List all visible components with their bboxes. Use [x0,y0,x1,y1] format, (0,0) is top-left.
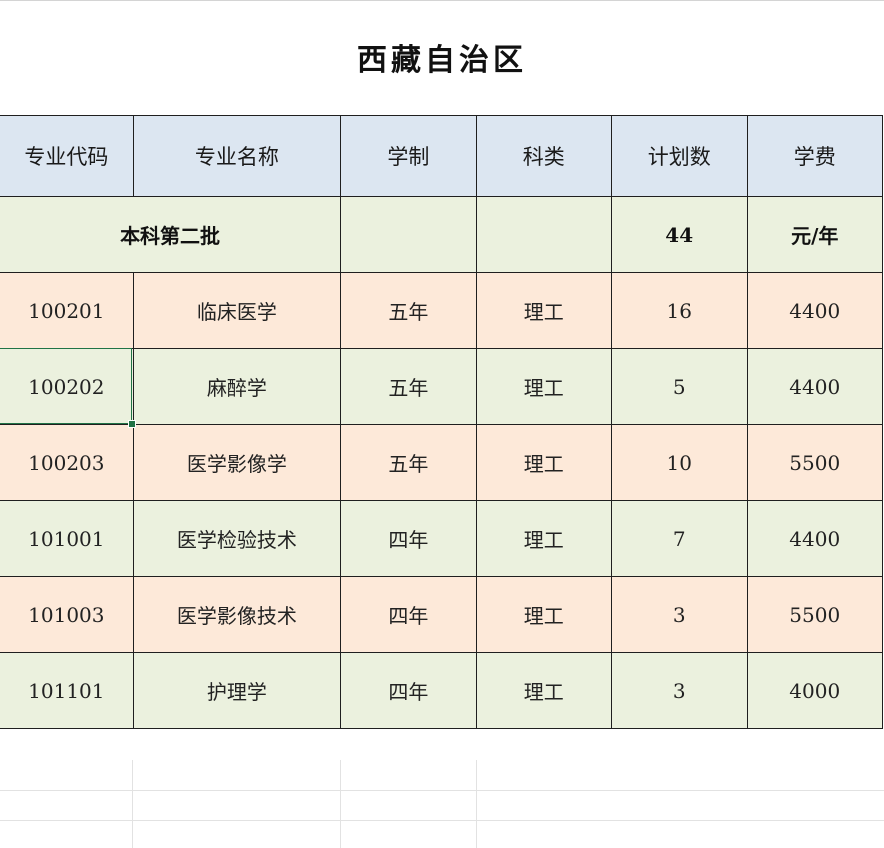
header-name[interactable]: 专业名称 [132,115,342,197]
major-plan[interactable]: 3 [610,576,748,653]
table-row: 101003 医学影像技术 四年 理工 3 5500 [0,576,883,653]
major-code[interactable]: 101101 [0,652,134,729]
major-fee[interactable]: 4400 [746,348,883,425]
major-duration[interactable]: 五年 [340,424,477,501]
major-fee[interactable]: 4400 [746,272,883,349]
major-fee[interactable]: 4400 [746,500,883,577]
header-fee[interactable]: 学费 [746,115,883,197]
batch-fee-unit[interactable]: 元/年 [746,196,883,273]
major-plan[interactable]: 7 [610,500,748,577]
table-row: 100203 医学影像学 五年 理工 10 5500 [0,424,883,501]
gridline [132,760,133,848]
header-duration[interactable]: 学制 [340,115,477,197]
major-duration[interactable]: 四年 [340,576,477,653]
header-row: 专业代码 专业名称 学制 科类 计划数 学费 [0,115,883,197]
major-name[interactable]: 医学检验技术 [132,500,342,577]
table-row: 100202 麻醉学 五年 理工 5 4400 [0,348,883,425]
major-name[interactable]: 护理学 [132,652,342,729]
major-code[interactable]: 101003 [0,576,134,653]
major-code[interactable]: 100203 [0,424,134,501]
gridline [0,820,884,821]
major-duration[interactable]: 五年 [340,272,477,349]
batch-duration-cell[interactable] [340,196,477,273]
table-row: 100201 临床医学 五年 理工 16 4400 [0,272,883,349]
empty-grid-area[interactable] [0,760,884,848]
major-code[interactable]: 101001 [0,500,134,577]
header-plan[interactable]: 计划数 [610,115,748,197]
major-category[interactable]: 理工 [475,272,612,349]
batch-category-cell[interactable] [475,196,612,273]
major-plan[interactable]: 10 [610,424,748,501]
major-code[interactable]: 100202 [0,348,134,425]
major-plan[interactable]: 5 [610,348,748,425]
gridline [340,760,341,848]
major-name[interactable]: 麻醉学 [132,348,342,425]
batch-plan-total[interactable]: 44 [610,196,748,273]
major-category[interactable]: 理工 [475,652,612,729]
major-category[interactable]: 理工 [475,576,612,653]
major-duration[interactable]: 四年 [340,652,477,729]
major-plan[interactable]: 3 [610,652,748,729]
fill-handle[interactable] [128,420,136,428]
sheet-title: 西藏自治区 [357,43,527,78]
major-fee[interactable]: 5500 [746,576,883,653]
major-name[interactable]: 临床医学 [132,272,342,349]
header-category[interactable]: 科类 [475,115,612,197]
major-name[interactable]: 医学影像学 [132,424,342,501]
major-duration[interactable]: 四年 [340,500,477,577]
table-row: 101001 医学检验技术 四年 理工 7 4400 [0,500,883,577]
sheet-top-border [0,0,884,1]
major-code[interactable]: 100201 [0,272,134,349]
header-code[interactable]: 专业代码 [0,115,134,197]
major-plan[interactable]: 16 [610,272,748,349]
major-fee[interactable]: 4000 [746,652,883,729]
batch-label[interactable]: 本科第二批 [0,196,342,273]
batch-row: 本科第二批 44 元/年 [0,196,883,273]
major-fee[interactable]: 5500 [746,424,883,501]
major-category[interactable]: 理工 [475,348,612,425]
gridline [476,760,477,848]
gridline [0,790,884,791]
major-category[interactable]: 理工 [475,424,612,501]
major-name[interactable]: 医学影像技术 [132,576,342,653]
major-category[interactable]: 理工 [475,500,612,577]
table-row: 101101 护理学 四年 理工 3 4000 [0,652,883,729]
major-duration[interactable]: 五年 [340,348,477,425]
